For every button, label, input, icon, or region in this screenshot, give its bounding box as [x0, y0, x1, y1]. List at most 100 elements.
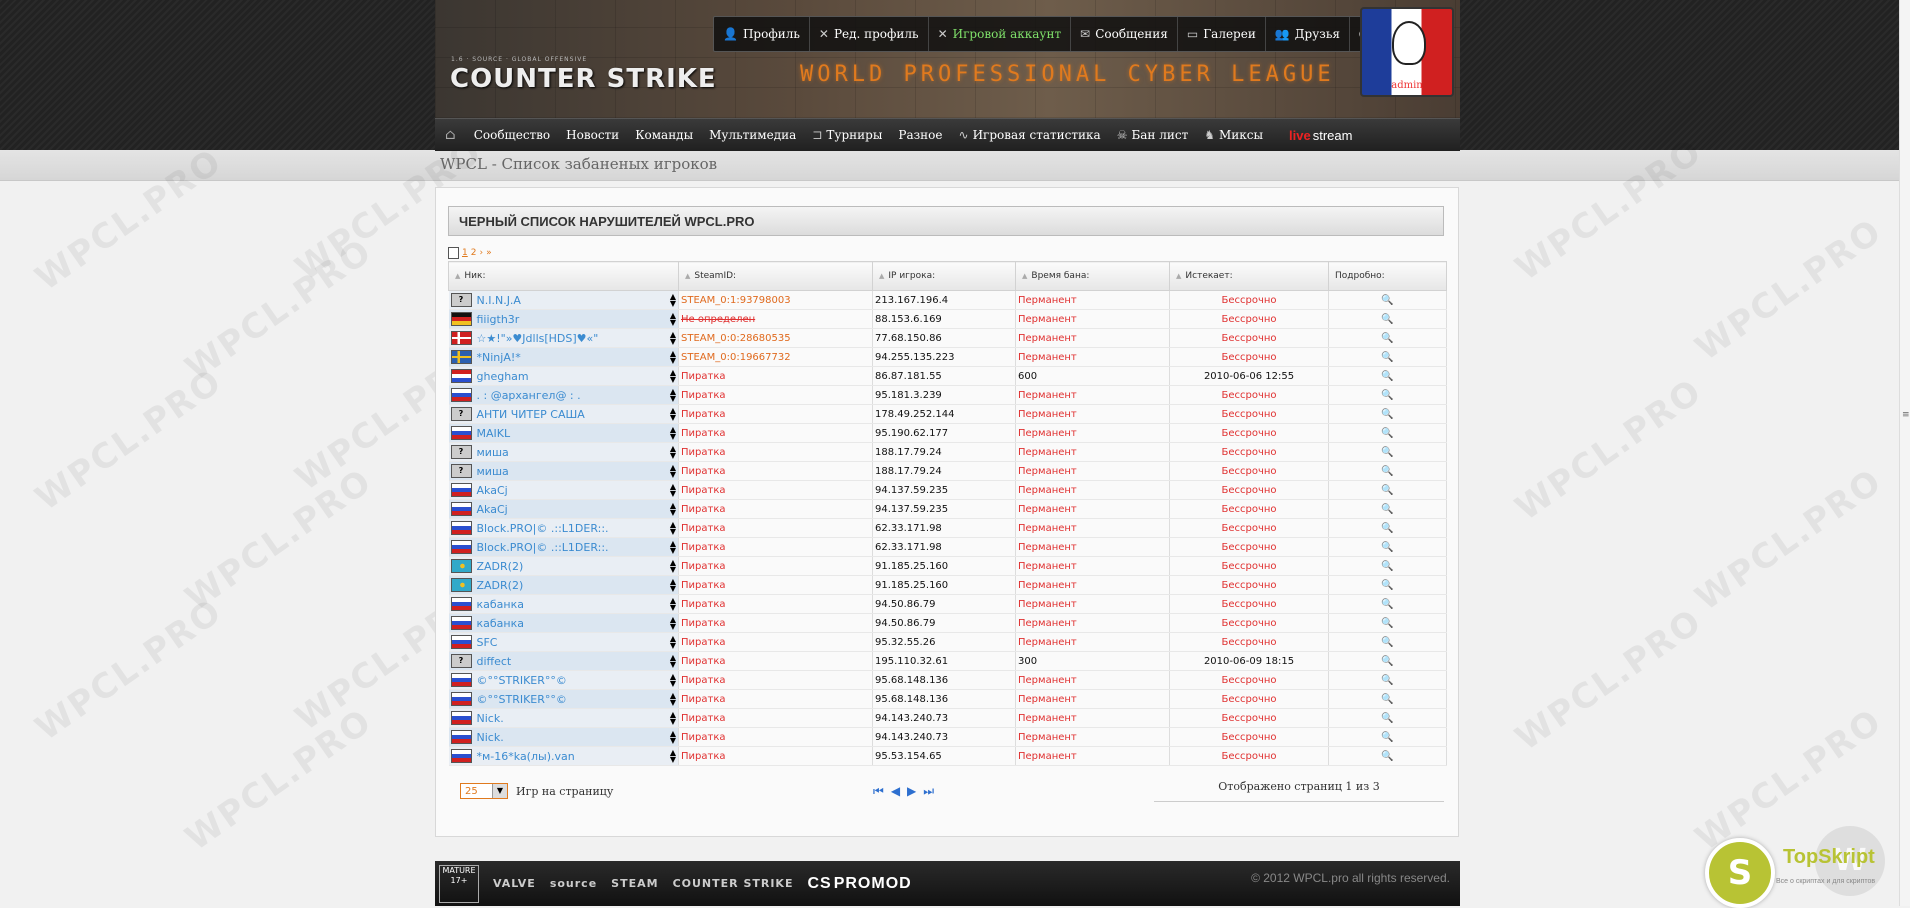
player-nick-link[interactable]: . : @архангел@ : . — [477, 389, 581, 402]
prev-page-icon[interactable]: ◀ — [891, 784, 900, 799]
scroll-grip-icon[interactable]: ≡ — [1902, 410, 1910, 420]
player-nick-link[interactable]: АНТИ ЧИТЕР САША — [477, 408, 585, 421]
page-link-2[interactable]: 2 — [471, 248, 477, 258]
first-page-icon[interactable]: ⏮ — [873, 784, 884, 799]
mainnav-item-6[interactable]: ∿ Игровая статистика — [951, 128, 1109, 142]
player-nick-link[interactable]: SFC — [477, 636, 498, 649]
topnav-item-1[interactable]: ✕ Ред. профиль — [810, 17, 929, 51]
mainnav-item-7[interactable]: ☠ Бан лист — [1109, 128, 1197, 142]
page-link-1[interactable]: 1 — [462, 248, 468, 258]
last-page-link[interactable]: » — [486, 248, 492, 258]
page-scrollbar[interactable]: ≡ — [1899, 0, 1910, 906]
topnav-label: Друзья — [1294, 27, 1340, 41]
magnifier-icon[interactable]: 🔍 — [1381, 447, 1393, 458]
player-nick-link[interactable]: ©°°STRIKER°°© — [477, 674, 567, 687]
magnifier-icon[interactable]: 🔍 — [1381, 561, 1393, 572]
player-nick-link[interactable]: N.I.N.J.A — [477, 294, 521, 307]
expires-cell: Бессрочно — [1169, 746, 1329, 766]
player-nick-link[interactable]: кабанка — [477, 617, 525, 630]
next-page-link[interactable]: › — [479, 248, 483, 258]
magnifier-icon[interactable]: 🔍 — [1381, 751, 1393, 762]
magnifier-icon[interactable]: 🔍 — [1381, 656, 1393, 667]
player-nick-link[interactable]: AkaCj — [477, 484, 508, 497]
col-ban-time[interactable]: ▲ Время бана: — [1015, 261, 1170, 291]
magnifier-icon[interactable]: 🔍 — [1381, 314, 1393, 325]
player-nick-link[interactable]: миша — [477, 465, 509, 478]
magnifier-icon[interactable]: 🔍 — [1381, 542, 1393, 553]
steamid-cell: Пиратка — [678, 442, 873, 462]
ip-cell: 94.255.135.223 — [872, 347, 1016, 367]
flag-icon — [450, 597, 472, 611]
mainnav-item-0[interactable]: Сообщество — [466, 128, 558, 142]
player-nick-link[interactable]: Nick. — [477, 731, 504, 744]
player-nick-link[interactable]: AkaCj — [477, 503, 508, 516]
counter-strike-logo[interactable]: COUNTER STRIKE — [450, 64, 717, 94]
player-nick-link[interactable]: ghegham — [477, 370, 529, 383]
mainnav-item-4[interactable]: ⊐ Турниры — [804, 128, 890, 142]
details-cell: 🔍 — [1328, 518, 1447, 538]
player-nick-link[interactable]: diffect — [477, 655, 512, 668]
magnifier-icon[interactable]: 🔍 — [1381, 428, 1393, 439]
mainnav-item-5[interactable]: Разное — [890, 128, 950, 142]
mainnav-item-1[interactable]: Новости — [558, 128, 627, 142]
magnifier-icon[interactable]: 🔍 — [1381, 333, 1393, 344]
last-page-icon[interactable]: ⏭ — [923, 784, 934, 799]
ban-time-cell: Перманент — [1015, 575, 1170, 595]
home-icon[interactable]: ⌂ — [435, 127, 466, 143]
ban-time-value: Перманент — [1018, 427, 1077, 439]
player-nick-link[interactable]: fiiigth3r — [477, 313, 520, 326]
cspromod-logo[interactable]: CS PROMOD — [807, 875, 911, 893]
mainnav-item-8[interactable]: ♞ Миксы — [1196, 128, 1271, 142]
mainnav-label: Новости — [566, 128, 620, 142]
player-nick-link[interactable]: ©°°STRIKER°°© — [477, 693, 567, 706]
magnifier-icon[interactable]: 🔍 — [1381, 732, 1393, 743]
magnifier-icon[interactable]: 🔍 — [1381, 504, 1393, 515]
livestream-link[interactable]: live stream — [1271, 128, 1352, 143]
magnifier-icon[interactable]: 🔍 — [1381, 485, 1393, 496]
per-page-select[interactable]: 25 ▼ — [460, 783, 508, 799]
expires-cell: Бессрочно — [1169, 442, 1329, 462]
player-nick-link[interactable]: кабанка — [477, 598, 525, 611]
topnav-item-3[interactable]: ✉ Сообщения — [1071, 17, 1178, 51]
chevron-down-icon[interactable]: ▼ — [492, 784, 507, 798]
magnifier-icon[interactable]: 🔍 — [1381, 295, 1393, 306]
player-nick-link[interactable]: *NinjA!* — [477, 351, 521, 364]
player-nick-link[interactable]: Block.PRO|© .::L1DER::. — [477, 522, 609, 535]
ban-time-value: Перманент — [1018, 731, 1077, 743]
magnifier-icon[interactable]: 🔍 — [1381, 409, 1393, 420]
user-name[interactable]: admin — [1360, 80, 1454, 91]
magnifier-icon[interactable]: 🔍 — [1381, 618, 1393, 629]
topnav-item-0[interactable]: 👤 Профиль — [714, 17, 810, 51]
player-nick-link[interactable]: миша — [477, 446, 509, 459]
player-nick-link[interactable]: ZADR(2) — [477, 560, 524, 573]
magnifier-icon[interactable]: 🔍 — [1381, 371, 1393, 382]
player-nick-link[interactable]: ☆★!"»♥Jdlls[HDS]♥«" — [477, 332, 599, 345]
col-ip[interactable]: ▲ IP игрока: — [872, 261, 1016, 291]
player-nick-link[interactable]: Block.PRO|© .::L1DER::. — [477, 541, 609, 554]
topnav-item-4[interactable]: ▭ Галереи — [1178, 17, 1266, 51]
player-nick-link[interactable]: MAIKL — [477, 427, 511, 440]
magnifier-icon[interactable]: 🔍 — [1381, 466, 1393, 477]
player-nick-link[interactable]: *м-16*ka(лы).van — [477, 750, 575, 763]
mainnav-item-2[interactable]: Команды — [627, 128, 701, 142]
magnifier-icon[interactable]: 🔍 — [1381, 713, 1393, 724]
magnifier-icon[interactable]: 🔍 — [1381, 390, 1393, 401]
col-nick[interactable]: ▲ Ник: — [448, 261, 679, 291]
magnifier-icon[interactable]: 🔍 — [1381, 580, 1393, 591]
col-steamid[interactable]: ▲ SteamID: — [678, 261, 873, 291]
col-expires[interactable]: ▲ Истекает: — [1169, 261, 1329, 291]
sort-arrows-icon: ▲ ▼ — [669, 463, 676, 479]
topnav-item-2[interactable]: ✕ Игровой аккаунт — [929, 17, 1072, 51]
player-nick-link[interactable]: Nick. — [477, 712, 504, 725]
magnifier-icon[interactable]: 🔍 — [1381, 599, 1393, 610]
magnifier-icon[interactable]: 🔍 — [1381, 352, 1393, 363]
magnifier-icon[interactable]: 🔍 — [1381, 637, 1393, 648]
player-nick-link[interactable]: ZADR(2) — [477, 579, 524, 592]
next-page-icon[interactable]: ▶ — [907, 784, 916, 799]
magnifier-icon[interactable]: 🔍 — [1381, 523, 1393, 534]
mainnav-item-3[interactable]: Мультимедиа — [701, 128, 804, 142]
magnifier-icon[interactable]: 🔍 — [1381, 694, 1393, 705]
steamid-value: Пиратка — [681, 427, 726, 439]
magnifier-icon[interactable]: 🔍 — [1381, 675, 1393, 686]
topnav-item-5[interactable]: 👥 Друзья — [1266, 17, 1350, 51]
